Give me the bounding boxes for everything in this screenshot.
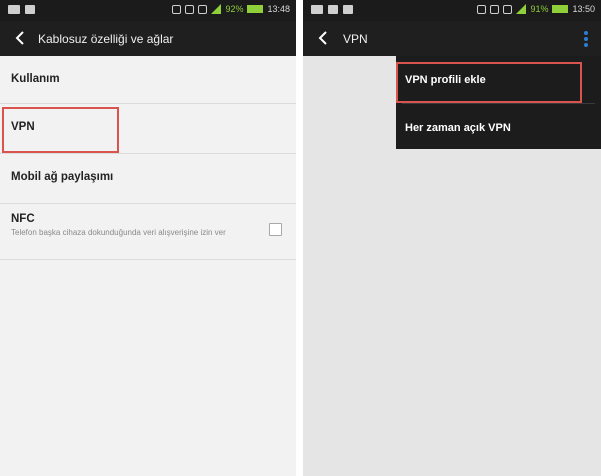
settings-item-label: NFC (11, 213, 35, 225)
voicemail-icon (311, 5, 323, 14)
alarm-icon (185, 4, 195, 14)
settings-item-label: Kullanım (11, 73, 60, 85)
back-arrow-icon[interactable] (12, 30, 28, 46)
mail-icon (343, 5, 353, 14)
volume-icon (477, 4, 487, 14)
wifi-icon (198, 4, 208, 14)
alarm-icon (490, 4, 500, 14)
volume-icon (172, 4, 182, 14)
clock: 13:48 (267, 4, 290, 14)
settings-item-description: Telefon başka cihaza dokunduğunda veri a… (11, 228, 226, 237)
battery-percent: 92% (225, 4, 244, 14)
action-bar: VPN (303, 21, 601, 56)
add-vpn-highlight-box (396, 62, 582, 103)
settings-list: Kullanım VPN Mobil ağ paylaşımı NFC Tele… (0, 56, 296, 260)
mail-icon (25, 5, 35, 14)
menu-item-always-on-vpn[interactable]: Her zaman açık VPN (396, 108, 601, 148)
battery-percent: 91% (530, 4, 549, 14)
right-screen: 91% 13:50 VPN VPN profili ekle Her zaman… (303, 0, 601, 476)
signal-icon (211, 4, 222, 14)
vpn-highlight-box (2, 107, 119, 153)
page-title: VPN (343, 32, 368, 46)
clock: 13:50 (572, 4, 595, 14)
back-arrow-icon[interactable] (315, 30, 331, 46)
settings-item-tethering[interactable]: Mobil ağ paylaşımı (0, 154, 296, 204)
status-bar: 91% 13:50 (303, 0, 601, 21)
nfc-checkbox[interactable] (269, 223, 282, 236)
menu-divider (402, 103, 595, 104)
page-title: Kablosuz özelliği ve ağlar (38, 32, 174, 46)
settings-item-usage[interactable]: Kullanım (0, 56, 296, 104)
wifi-icon (503, 4, 513, 14)
status-bar: 92% 13:48 (0, 0, 296, 21)
signal-icon (516, 4, 527, 14)
voicemail-icon (8, 5, 20, 14)
settings-item-label: Mobil ağ paylaşımı (11, 171, 114, 183)
overflow-menu-icon[interactable] (583, 31, 589, 47)
battery-icon (247, 5, 264, 13)
menu-item-label: Her zaman açık VPN (405, 122, 511, 134)
settings-item-nfc[interactable]: NFC Telefon başka cihaza dokunduğunda ve… (0, 204, 296, 260)
image-icon (328, 5, 338, 14)
action-bar: Kablosuz özelliği ve ağlar (0, 21, 296, 56)
left-screen: 92% 13:48 Kablosuz özelliği ve ağlar Kul… (0, 0, 296, 476)
battery-icon (552, 5, 569, 13)
